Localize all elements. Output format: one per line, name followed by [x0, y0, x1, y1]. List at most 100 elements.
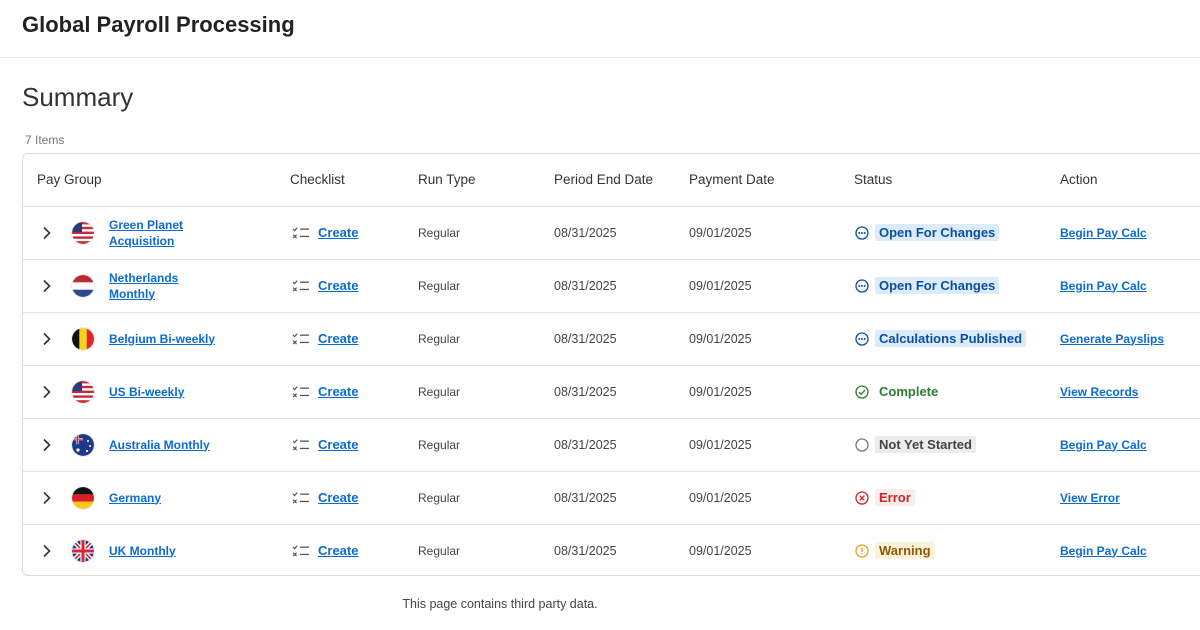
check-circle-icon: [855, 384, 869, 399]
ellipsis-circle-icon: [855, 331, 869, 346]
action-link[interactable]: View Records: [1060, 365, 1138, 418]
payment-date: 09/01/2025: [689, 278, 752, 293]
pay-group-link[interactable]: US Bi-weekly: [109, 365, 219, 418]
top-bar: Global Payroll Processing: [0, 0, 1200, 58]
status-text: Calculations Published: [875, 330, 1027, 347]
create-checklist-link[interactable]: Create: [318, 225, 358, 240]
header-run-type[interactable]: Run Type: [418, 172, 476, 187]
create-checklist-link[interactable]: Create: [318, 331, 358, 346]
header-status[interactable]: Status: [854, 172, 892, 187]
header-period-end-date[interactable]: Period End Date: [554, 172, 653, 187]
status-text: Error: [875, 489, 915, 506]
footer-note: This page contains third party data.: [0, 597, 1200, 611]
checklist-icon: [292, 438, 310, 452]
status-badge: Open For Changes: [855, 206, 1000, 259]
pay-group-link[interactable]: Germany: [109, 471, 219, 524]
period-end-date: 08/31/2025: [554, 331, 617, 346]
header-checklist[interactable]: Checklist: [290, 172, 345, 187]
status-badge: Calculations Published: [855, 312, 1027, 365]
run-type: Regular: [418, 331, 461, 346]
run-type: Regular: [418, 543, 461, 558]
expand-chevron-icon[interactable]: [37, 206, 57, 259]
expand-chevron-icon[interactable]: [37, 365, 57, 418]
payment-date: 09/01/2025: [689, 490, 752, 505]
checklist-icon: [292, 226, 310, 240]
status-badge: Not Yet Started: [855, 418, 976, 471]
run-type: Regular: [418, 384, 461, 399]
belgium-flag-icon: [72, 312, 94, 365]
netherlands-flag-icon: [72, 259, 94, 312]
run-type: Regular: [418, 225, 461, 240]
pay-group-link[interactable]: Netherlands Monthly: [109, 259, 219, 312]
create-checklist-link[interactable]: Create: [318, 384, 358, 399]
uk-flag-icon: [72, 524, 94, 577]
footer-note-text: This page contains third party data.: [402, 597, 598, 611]
run-type: Regular: [418, 490, 461, 505]
period-end-date: 08/31/2025: [554, 278, 617, 293]
checklist-cell: Create: [292, 206, 358, 259]
create-checklist-link[interactable]: Create: [318, 278, 358, 293]
action-link[interactable]: Begin Pay Calc: [1060, 524, 1147, 577]
payment-date: 09/01/2025: [689, 384, 752, 399]
checklist-cell: Create: [292, 418, 358, 471]
run-type: Regular: [418, 278, 461, 293]
expand-chevron-icon[interactable]: [37, 524, 57, 577]
empty-circle-icon: [855, 437, 869, 452]
action-link[interactable]: Begin Pay Calc: [1060, 418, 1147, 471]
expand-chevron-icon[interactable]: [37, 259, 57, 312]
expand-chevron-icon[interactable]: [37, 312, 57, 365]
status-text: Open For Changes: [875, 224, 1000, 241]
us-flag-icon: [72, 365, 94, 418]
table-row: Belgium Bi-weekly Create Regular 08/31/2…: [23, 312, 1200, 366]
create-checklist-link[interactable]: Create: [318, 543, 358, 558]
checklist-cell: Create: [292, 259, 358, 312]
expand-chevron-icon[interactable]: [37, 471, 57, 524]
checklist-icon: [292, 279, 310, 293]
create-checklist-link[interactable]: Create: [318, 437, 358, 452]
period-end-date: 08/31/2025: [554, 384, 617, 399]
checklist-icon: [292, 385, 310, 399]
table-row: UK Monthly Create Regular 08/31/2025 09/…: [23, 524, 1200, 577]
status-text: Complete: [875, 383, 943, 400]
app-title: Global Payroll Processing: [22, 12, 295, 37]
period-end-date: 08/31/2025: [554, 490, 617, 505]
action-link[interactable]: Generate Payslips: [1060, 312, 1164, 365]
pay-group-table: Pay Group Checklist Run Type Period End …: [22, 153, 1200, 576]
period-end-date: 08/31/2025: [554, 225, 617, 240]
exclamation-circle-icon: [855, 543, 869, 558]
pay-group-link[interactable]: Green Planet Acquisition: [109, 206, 219, 259]
period-end-date: 08/31/2025: [554, 437, 617, 452]
action-link[interactable]: Begin Pay Calc: [1060, 259, 1147, 312]
x-circle-icon: [855, 490, 869, 505]
run-type: Regular: [418, 437, 461, 452]
header-payment-date[interactable]: Payment Date: [689, 172, 775, 187]
ellipsis-circle-icon: [855, 278, 869, 293]
checklist-cell: Create: [292, 312, 358, 365]
period-end-date: 08/31/2025: [554, 543, 617, 558]
page-title: Summary: [22, 82, 134, 112]
action-link[interactable]: View Error: [1060, 471, 1120, 524]
payment-date: 09/01/2025: [689, 543, 752, 558]
payment-date: 09/01/2025: [689, 331, 752, 346]
us-flag-icon: [72, 206, 94, 259]
action-link[interactable]: Begin Pay Calc: [1060, 206, 1147, 259]
create-checklist-link[interactable]: Create: [318, 490, 358, 505]
table-row: Green Planet Acquisition Create Regular …: [23, 206, 1200, 260]
status-text: Warning: [875, 542, 935, 559]
status-badge: Error: [855, 471, 915, 524]
pay-group-link[interactable]: UK Monthly: [109, 524, 219, 577]
table-row: Australia Monthly Create Regular 08/31/2…: [23, 418, 1200, 472]
pay-group-link[interactable]: Australia Monthly: [109, 418, 219, 471]
checklist-icon: [292, 491, 310, 505]
pay-group-link[interactable]: Belgium Bi-weekly: [109, 312, 219, 365]
ellipsis-circle-icon: [855, 225, 869, 240]
table-row: Germany Create Regular 08/31/2025 09/01/…: [23, 471, 1200, 525]
header-pay-group[interactable]: Pay Group: [37, 172, 102, 187]
payment-date: 09/01/2025: [689, 437, 752, 452]
table-row: Netherlands Monthly Create Regular 08/31…: [23, 259, 1200, 313]
expand-chevron-icon[interactable]: [37, 418, 57, 471]
header-action[interactable]: Action: [1060, 172, 1098, 187]
table-row: US Bi-weekly Create Regular 08/31/2025 0…: [23, 365, 1200, 419]
payment-date: 09/01/2025: [689, 225, 752, 240]
australia-flag-icon: [72, 418, 94, 471]
